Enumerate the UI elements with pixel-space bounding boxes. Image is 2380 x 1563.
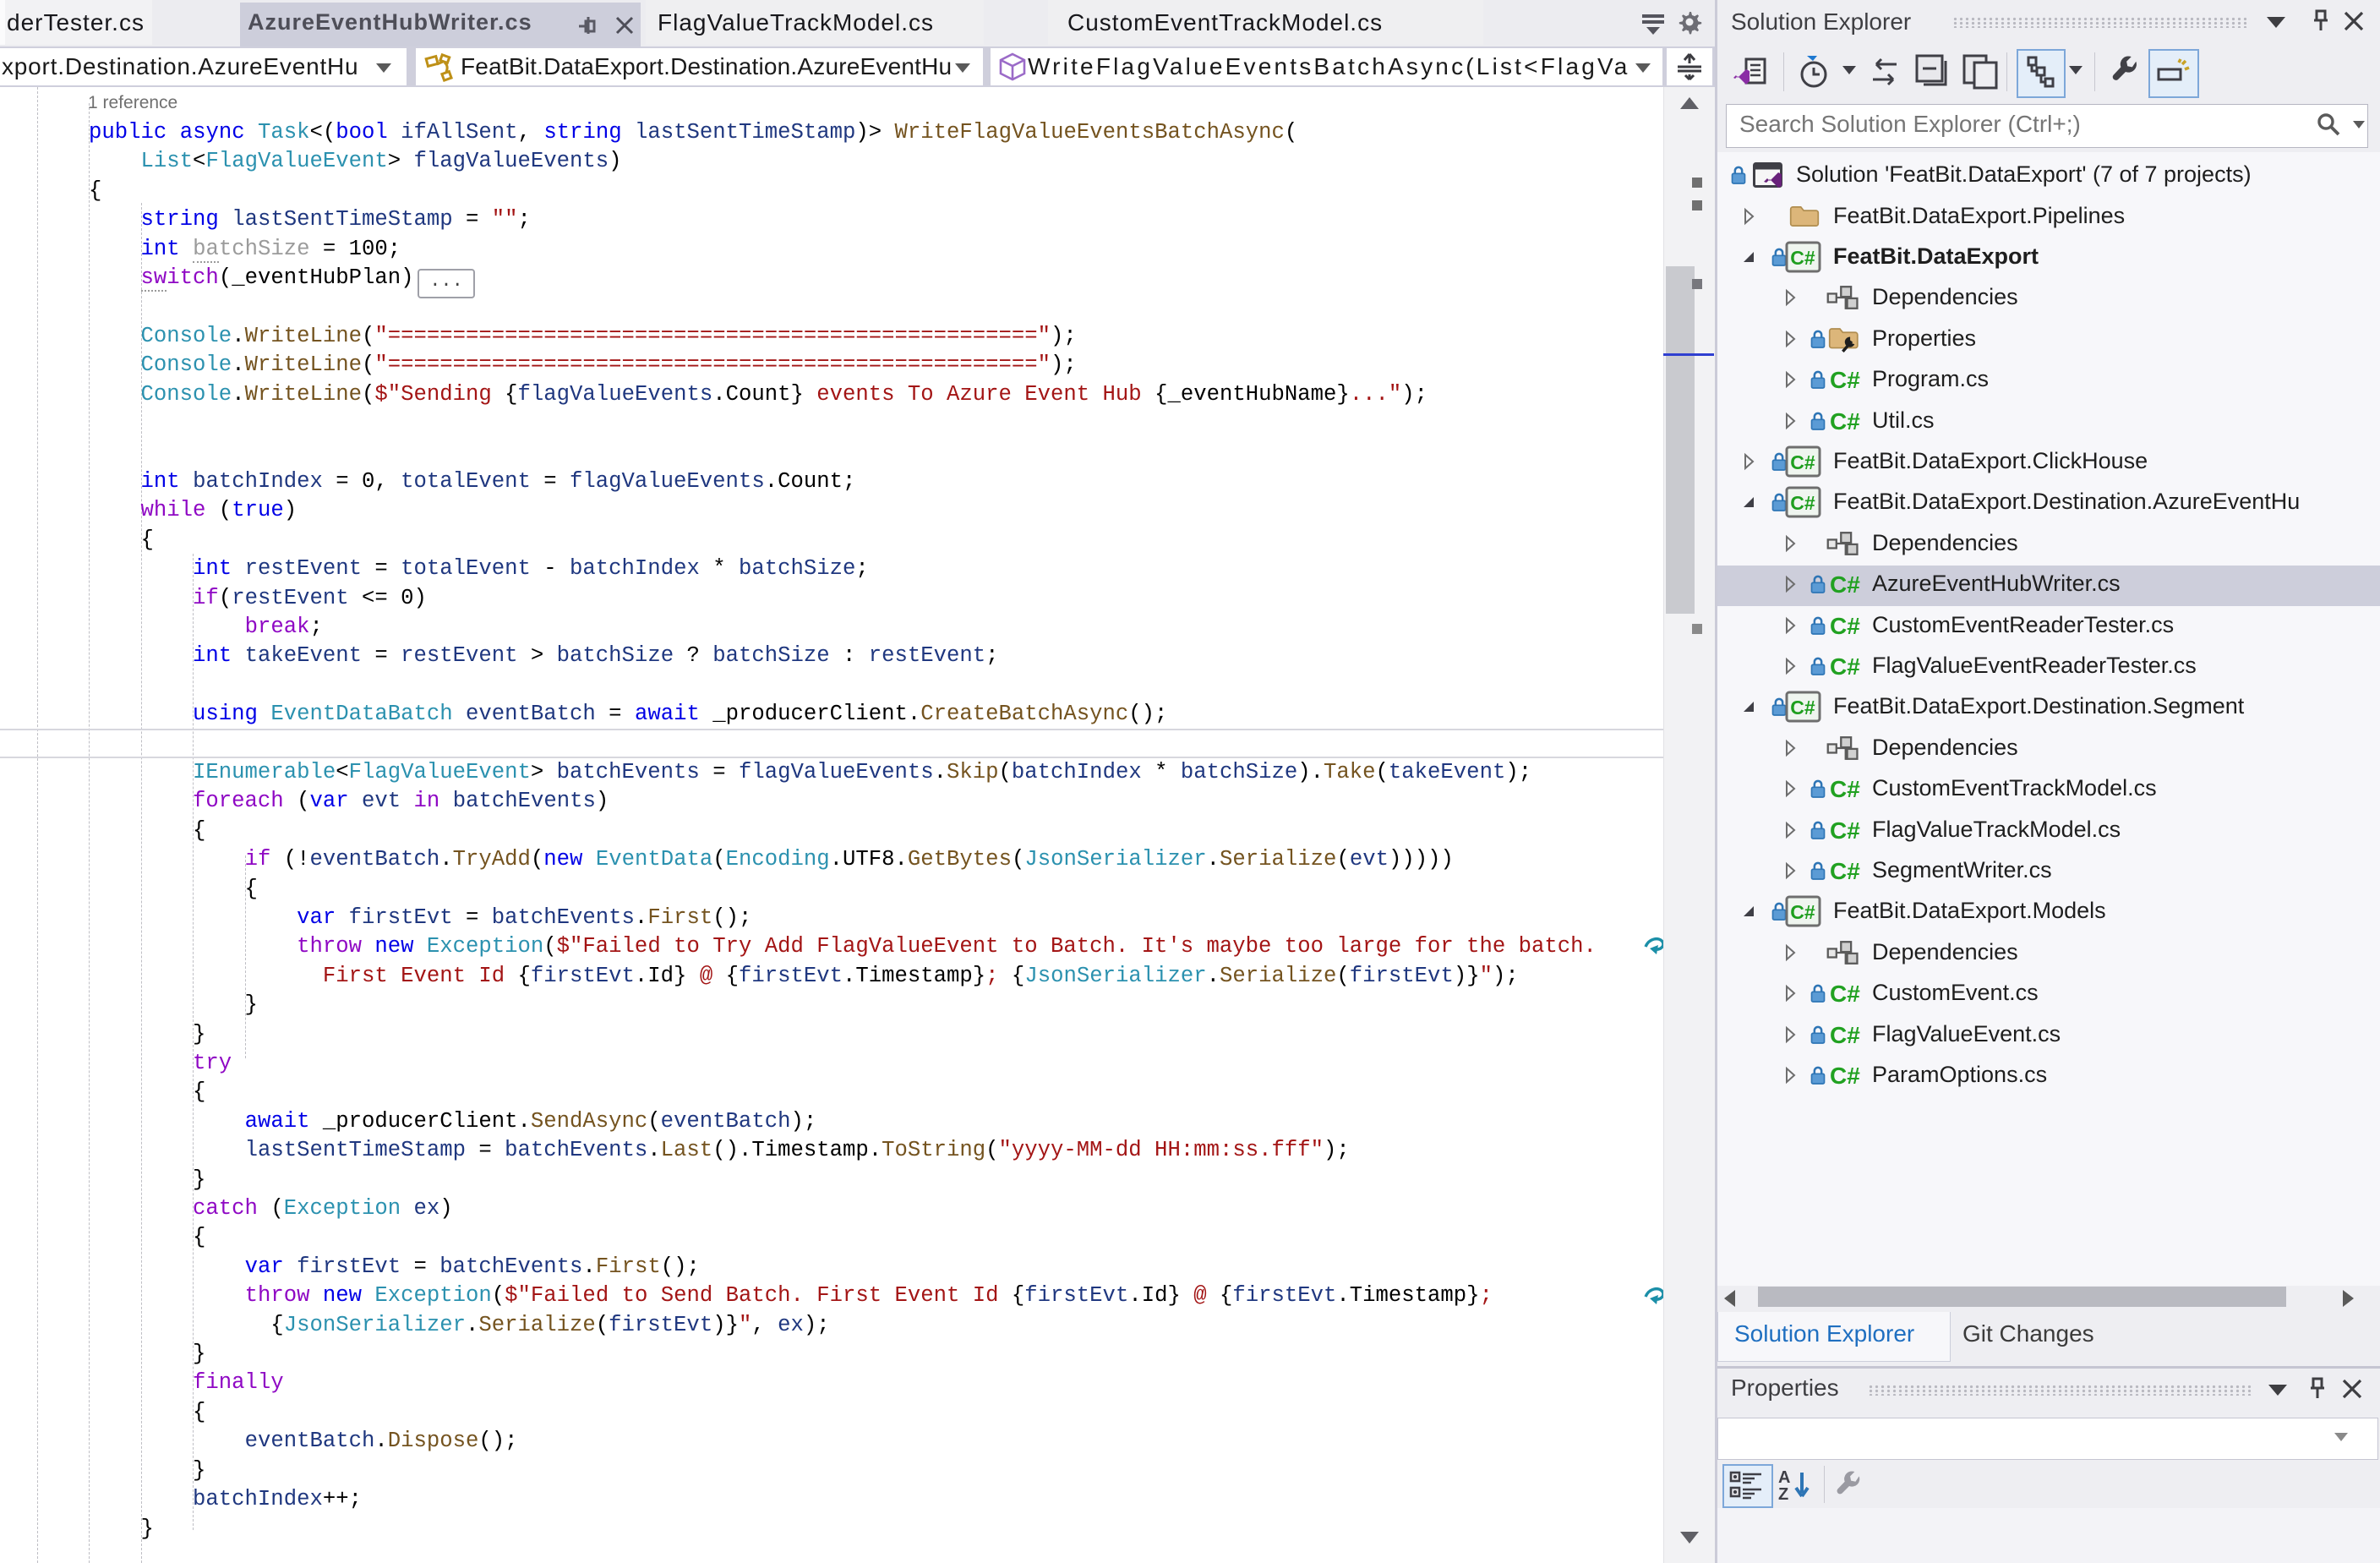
svg-text:A: A <box>1778 1468 1790 1487</box>
svg-text:Z: Z <box>1778 1485 1788 1503</box>
